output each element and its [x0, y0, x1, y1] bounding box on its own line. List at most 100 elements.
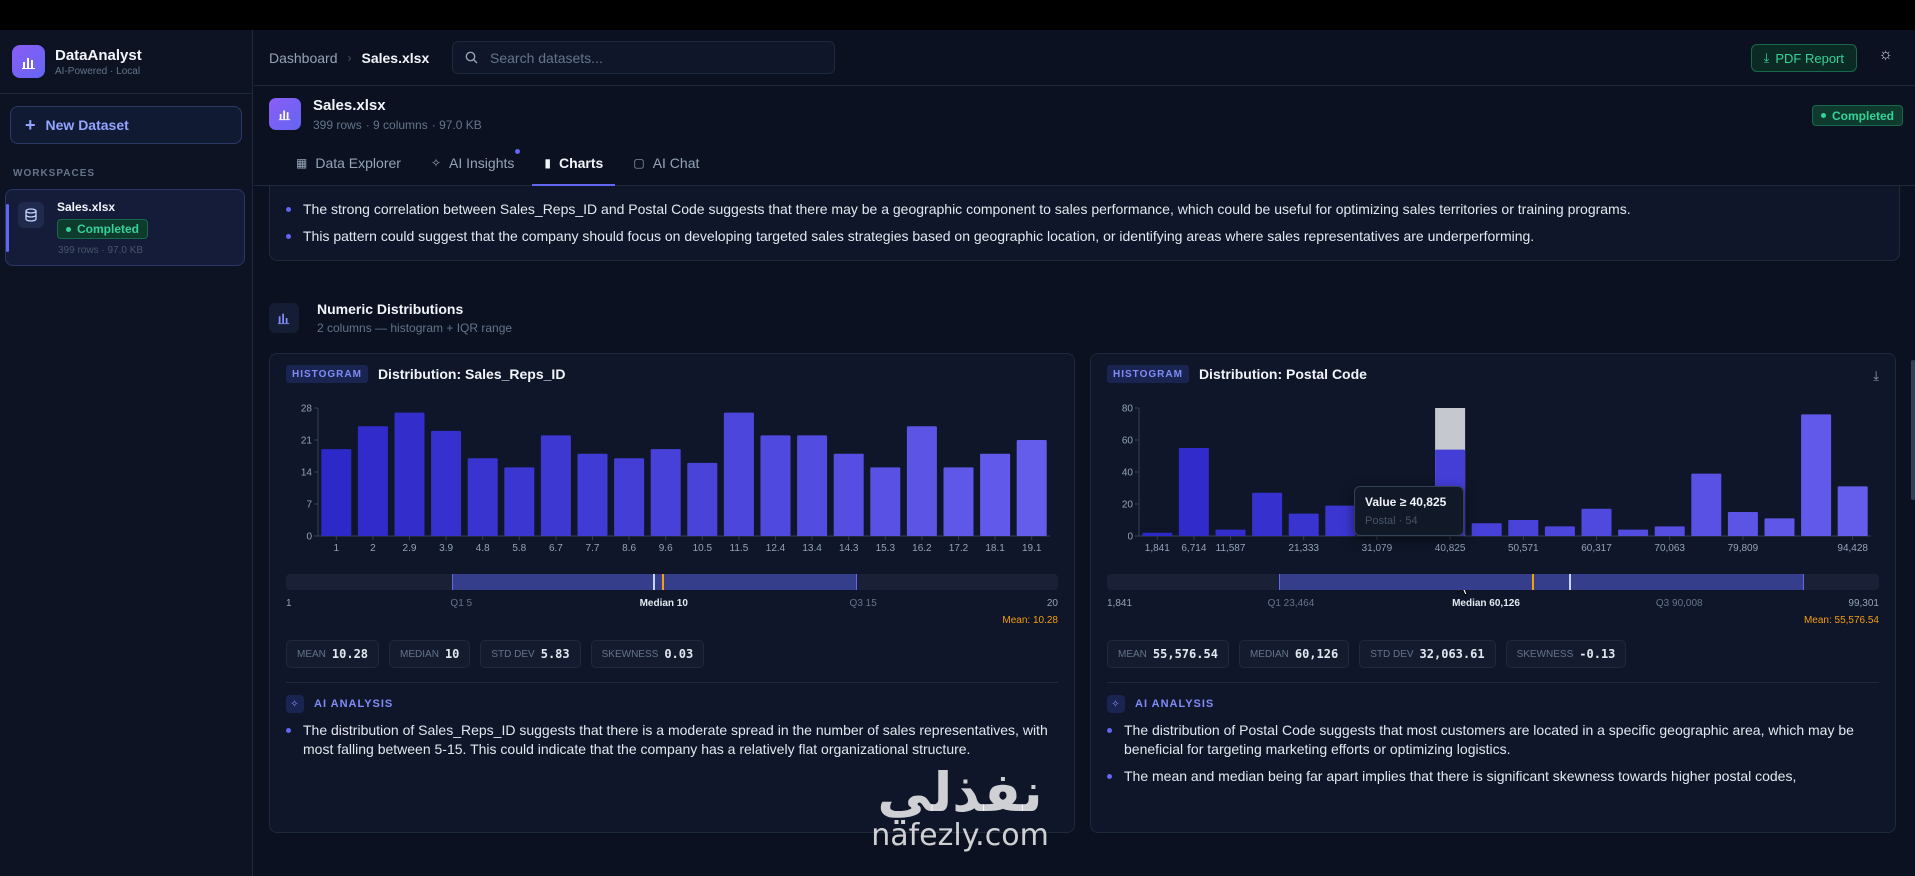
- histogram-chart-postal-code[interactable]: 0 20 40 60 80 1,841 6,714 11,587 21,333 31,079 40,…: [1107, 398, 1881, 570]
- x-tick-label: 19.1: [1022, 543, 1042, 554]
- x-tick-label: 3.9: [439, 543, 453, 554]
- histogram-bar: [1325, 505, 1356, 536]
- notification-dot: [515, 149, 521, 154]
- stat-mean: MEAN 55,576.54: [1107, 640, 1229, 668]
- ai-analysis-header: ✧ AI ANALYSIS: [286, 695, 1058, 713]
- window-top-bar: [0, 0, 1915, 30]
- chat-icon: ▢: [633, 156, 645, 170]
- histogram-bar: [1764, 518, 1795, 536]
- x-tick-label: 7.7: [586, 543, 600, 554]
- histogram-bar: [540, 435, 571, 536]
- tab-ai-chat[interactable]: ▢ AI Chat: [621, 141, 711, 185]
- histogram-bar: [467, 458, 498, 536]
- iqr-mean-label: Mean: 10.28: [1002, 615, 1058, 626]
- divider: [1107, 682, 1879, 683]
- plus-icon: +: [25, 115, 36, 135]
- new-dataset-label: New Dataset: [45, 117, 129, 133]
- x-tick-label: 17.2: [949, 543, 969, 554]
- app-tagline: AI-Powered · Local: [55, 65, 141, 77]
- section-subtitle: 2 columns — histogram + IQR range: [317, 321, 513, 335]
- histogram-bar: [723, 412, 754, 536]
- histogram-bar: [394, 412, 425, 536]
- tab-ai-insights[interactable]: ✧ AI Insights: [419, 141, 526, 185]
- workspace-name: Sales.xlsx: [57, 200, 116, 214]
- histogram-bar: [1654, 526, 1685, 536]
- file-meta: 399 rows · 9 columns · 97.0 KB: [313, 117, 482, 132]
- x-tick-label: 70,063: [1654, 543, 1685, 554]
- histogram-bar: [870, 467, 901, 536]
- bar-chart-icon: [269, 303, 299, 333]
- y-tick-label: 20: [1122, 500, 1134, 511]
- iqr-mean-marker: [661, 574, 664, 590]
- histogram-chart-sales-reps[interactable]: 0 7 14 21 28 1 2 2.9 3.9 4.8 5.8 6.7 7.7 8.6 9.6 10.5 11…: [286, 398, 1060, 570]
- app-logo-icon: [12, 45, 45, 78]
- stat-skewness: SKEWNESS 0.03: [590, 640, 705, 668]
- tab-data-explorer[interactable]: ▦ Data Explorer: [284, 141, 413, 185]
- iqr-median-label: Median 60,126: [1452, 598, 1520, 609]
- pdf-report-label: PDF Report: [1775, 50, 1844, 66]
- histogram-bar: [1618, 529, 1649, 536]
- x-tick-label: 9.6: [659, 543, 673, 554]
- iqr-range: 1 Q1 5 Median 10 Q3 15 20 Mean: 10.28: [286, 574, 1058, 630]
- iqr-range: 1,841 Q1 23,464 Median 60,126 Q3 90,008 …: [1107, 574, 1879, 630]
- insight-bullet: This pattern could suggest that the comp…: [286, 227, 1883, 246]
- histogram-bar: [577, 453, 608, 536]
- correlation-insights: The strong correlation between Sales_Rep…: [269, 186, 1900, 261]
- sparkles-icon: ✧: [286, 695, 304, 713]
- stat-median: MEDIAN 10: [389, 640, 471, 668]
- x-tick-label: 18.1: [985, 543, 1005, 554]
- new-dataset-button[interactable]: + New Dataset: [10, 106, 242, 144]
- tooltip-title: Value ≥ 40,825: [1365, 495, 1447, 509]
- histogram-bar: [504, 467, 535, 536]
- header: Dashboard › Sales.xlsx Search datasets..…: [254, 30, 1915, 86]
- histogram-bar: [906, 426, 937, 536]
- iqr-q1-label: Q1 23,464: [1267, 598, 1315, 609]
- database-icon: [18, 202, 44, 228]
- iqr-median-marker: [652, 574, 655, 590]
- histogram-bar: [1581, 508, 1612, 536]
- iqr-median-marker: [1569, 574, 1572, 590]
- iqr-mean-marker: [1531, 574, 1534, 590]
- histogram-bar: [357, 426, 388, 536]
- histogram-bar: [614, 458, 645, 536]
- pdf-report-button[interactable]: ⤓ PDF Report: [1750, 44, 1857, 72]
- download-icon: ⤓: [1763, 50, 1770, 65]
- histogram-bar: [943, 467, 974, 536]
- file-bar: Sales.xlsx 399 rows · 9 columns · 97.0 KB …: [254, 86, 1915, 142]
- iqr-max-label: 20: [1046, 598, 1058, 609]
- tab-charts[interactable]: ▮ Charts: [532, 141, 616, 186]
- chevron-right-icon: ›: [347, 50, 352, 65]
- x-tick-label: 15.3: [876, 543, 896, 554]
- bar-chart-icon: ▮: [544, 156, 551, 170]
- x-tick-label: 1,841: [1145, 543, 1170, 554]
- search-input[interactable]: Search datasets...: [452, 41, 835, 74]
- download-icon[interactable]: ⤓: [1873, 368, 1879, 384]
- breadcrumb-dashboard[interactable]: Dashboard: [269, 50, 338, 66]
- scrollbar-thumb[interactable]: [1911, 360, 1915, 500]
- histogram-bar: [1215, 529, 1246, 536]
- x-tick-label: 8.6: [622, 543, 636, 554]
- histogram-bar: [1178, 448, 1209, 536]
- x-tick-label: 50,571: [1508, 543, 1539, 554]
- x-tick-label: 6.7: [549, 543, 563, 554]
- x-tick-label: 11.5: [730, 543, 749, 554]
- card-title: Distribution: Sales_Reps_ID: [377, 366, 566, 382]
- breadcrumb-current: Sales.xlsx: [361, 49, 430, 66]
- charts-content: The strong correlation between Sales_Rep…: [254, 186, 1915, 876]
- x-tick-label: 16.2: [912, 543, 932, 554]
- histogram-bar: [650, 449, 681, 536]
- histogram-bar: [1727, 512, 1758, 536]
- iqr-min-label: 1: [286, 598, 292, 609]
- histogram-bar: [1837, 486, 1868, 536]
- x-tick-label: 79,809: [1728, 543, 1759, 554]
- workspace-item-sales[interactable]: Sales.xlsx Completed 399 rows · 97.0 KB: [5, 189, 245, 266]
- theme-toggle-sun-icon[interactable]: ☼: [1878, 46, 1893, 64]
- ai-analysis-bullet: The mean and median being far apart impl…: [1107, 767, 1879, 786]
- x-tick-label: 94,428: [1837, 543, 1868, 554]
- y-tick-label: 7: [306, 500, 312, 511]
- y-tick-label: 14: [301, 468, 313, 479]
- histogram-card-postal-code: HISTOGRAM Distribution: Postal Code ⤓ 0 2…: [1090, 353, 1896, 833]
- y-tick-label: 40: [1122, 468, 1134, 479]
- chart-tooltip: Value ≥ 40,825 Postal · 54: [1354, 486, 1464, 536]
- brand: DataAnalyst AI-Powered · Local: [0, 30, 252, 94]
